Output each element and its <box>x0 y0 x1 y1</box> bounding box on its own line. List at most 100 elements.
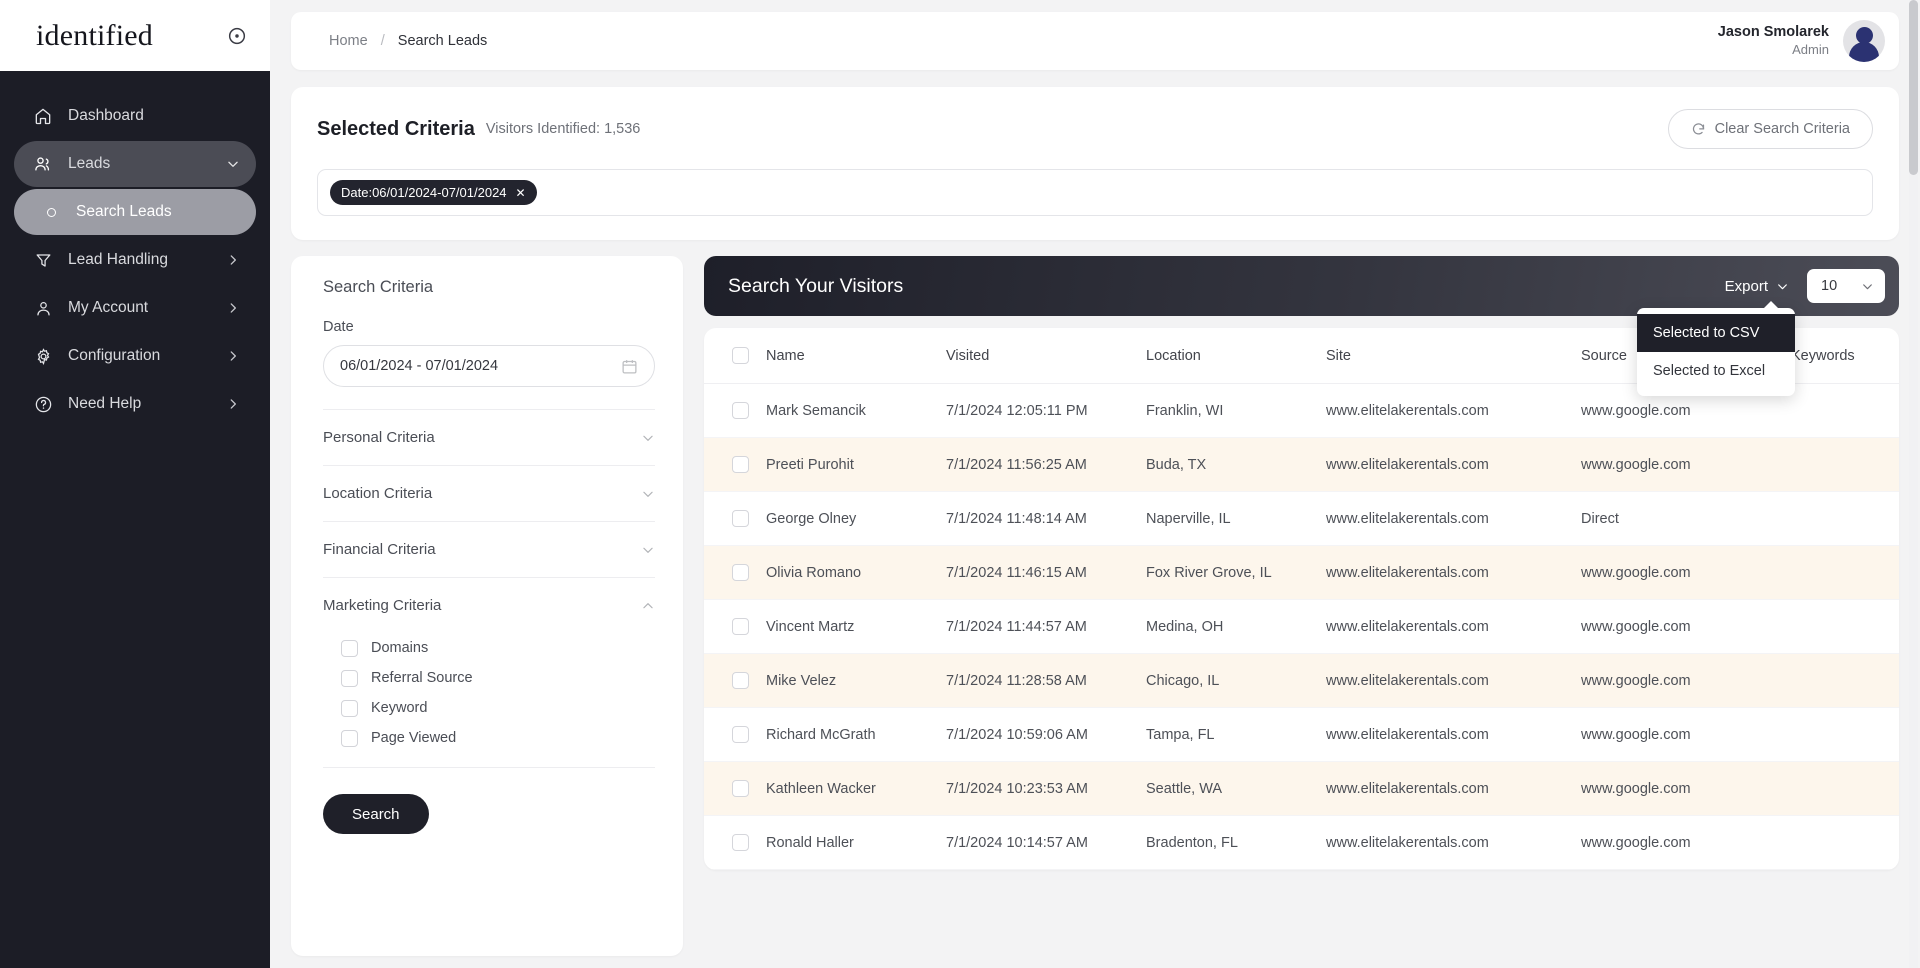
cell-keywords <box>1791 491 1899 546</box>
menu-item-selected-to-csv[interactable]: Selected to CSV <box>1637 314 1795 352</box>
visitors-table: Name Visited Location Site Source Keywor… <box>704 328 1899 870</box>
top-bar: Home / Search Leads Jason Smolarek Admin <box>291 12 1899 70</box>
table-row[interactable]: Richard McGrath 7/1/2024 10:59:06 AM Tam… <box>704 707 1899 762</box>
avatar[interactable] <box>1843 20 1885 62</box>
menu-item-selected-to-excel[interactable]: Selected to Excel <box>1637 352 1795 390</box>
criteria-chips-container: Date:06/01/2024-07/01/2024 ✕ <box>317 169 1873 216</box>
cell-location: Naperville, IL <box>1146 491 1326 546</box>
col-name[interactable]: Name <box>766 328 946 384</box>
row-checkbox[interactable] <box>732 780 749 797</box>
criteria-chip[interactable]: Date:06/01/2024-07/01/2024 ✕ <box>330 180 537 205</box>
breadcrumb-current: Search Leads <box>397 33 488 49</box>
user-icon <box>32 297 54 319</box>
cell-source: www.google.com <box>1581 599 1791 654</box>
search-button[interactable]: Search <box>323 794 429 834</box>
cell-site: www.elitelakerentals.com <box>1326 815 1581 870</box>
cell-name: George Olney <box>766 491 946 546</box>
content-row: Search Criteria Date 06/01/2024 - 07/01/… <box>291 256 1899 956</box>
search-action-area: Search <box>323 767 655 834</box>
cell-keywords <box>1791 599 1899 654</box>
close-icon[interactable]: ✕ <box>516 186 526 200</box>
cell-site: www.elitelakerentals.com <box>1326 599 1581 654</box>
cell-site: www.elitelakerentals.com <box>1326 545 1581 600</box>
user-name: Jason Smolarek <box>1717 24 1829 41</box>
col-visited[interactable]: Visited <box>946 328 1146 384</box>
col-keywords[interactable]: Keywords <box>1791 328 1899 384</box>
row-select-cell <box>704 437 766 492</box>
checkbox-keyword[interactable] <box>341 699 358 717</box>
circle-dot-icon[interactable] <box>226 25 248 47</box>
select-all-checkbox[interactable] <box>732 347 749 364</box>
table-row[interactable]: Vincent Martz 7/1/2024 11:44:57 AM Medin… <box>704 599 1899 654</box>
row-checkbox[interactable] <box>732 510 749 527</box>
page-scrollbar[interactable] <box>1909 0 1918 968</box>
table-row[interactable]: Preeti Purohit 7/1/2024 11:56:25 AM Buda… <box>704 437 1899 492</box>
export-button[interactable]: Export <box>1725 278 1789 295</box>
cell-site: www.elitelakerentals.com <box>1326 383 1581 438</box>
accordion-location-criteria[interactable]: Location Criteria <box>323 466 655 521</box>
cell-site: www.elitelakerentals.com <box>1326 491 1581 546</box>
cell-visited: 7/1/2024 12:05:11 PM <box>946 383 1146 438</box>
table-row[interactable]: George Olney 7/1/2024 11:48:14 AM Naperv… <box>704 491 1899 546</box>
sidebar-item-lead-handling[interactable]: Lead Handling <box>14 237 256 283</box>
cell-keywords <box>1791 761 1899 816</box>
checkbox-domains[interactable] <box>341 639 358 657</box>
chevron-right-icon <box>230 399 236 409</box>
row-select-cell <box>704 599 766 654</box>
page-size-select[interactable]: 10 <box>1807 269 1885 303</box>
sidebar-item-search-leads[interactable]: Search Leads <box>14 189 256 235</box>
checkbox-row-page-viewed[interactable]: Page Viewed <box>341 723 655 753</box>
clear-search-criteria-button[interactable]: Clear Search Criteria <box>1667 109 1873 149</box>
sidebar-item-dashboard[interactable]: Dashboard <box>14 93 256 139</box>
criteria-accordion: Personal Criteria <box>323 409 655 465</box>
accordion-marketing-criteria[interactable]: Marketing Criteria <box>323 578 655 633</box>
date-field-label: Date <box>323 319 354 335</box>
row-checkbox[interactable] <box>732 456 749 473</box>
accordion-label: Marketing Criteria <box>323 597 442 614</box>
accordion-personal-criteria[interactable]: Personal Criteria <box>323 410 655 465</box>
row-checkbox[interactable] <box>732 726 749 743</box>
sidebar-item-need-help[interactable]: Need Help <box>14 381 256 427</box>
row-select-cell <box>704 761 766 816</box>
breadcrumb-home[interactable]: Home <box>329 33 368 49</box>
sidebar-item-configuration[interactable]: Configuration <box>14 333 256 379</box>
col-location[interactable]: Location <box>1146 328 1326 384</box>
sidebar-item-leads[interactable]: Leads <box>14 141 256 187</box>
chevron-down-icon <box>1863 283 1872 289</box>
cell-name: Kathleen Wacker <box>766 761 946 816</box>
table-row[interactable]: Ronald Haller 7/1/2024 10:14:57 AM Brade… <box>704 815 1899 870</box>
table-row[interactable]: Mike Velez 7/1/2024 11:28:58 AM Chicago,… <box>704 653 1899 708</box>
checkbox-page-viewed[interactable] <box>341 729 358 747</box>
user-menu[interactable]: Jason Smolarek Admin <box>1718 20 1885 62</box>
col-site[interactable]: Site <box>1326 328 1581 384</box>
scrollbar-thumb[interactable] <box>1909 0 1918 175</box>
row-checkbox[interactable] <box>732 618 749 635</box>
cell-keywords <box>1791 437 1899 492</box>
checkbox-row-referral-source[interactable]: Referral Source <box>341 663 655 693</box>
brand-logo: identified <box>36 18 153 52</box>
row-checkbox[interactable] <box>732 402 749 419</box>
visitors-table-body: Mark Semancik 7/1/2024 12:05:11 PM Frank… <box>704 383 1899 870</box>
checkbox-label: Domains <box>371 640 429 656</box>
cell-site: www.elitelakerentals.com <box>1326 653 1581 708</box>
calendar-icon <box>622 359 637 374</box>
table-row[interactable]: Kathleen Wacker 7/1/2024 10:23:53 AM Sea… <box>704 761 1899 816</box>
checkbox-row-keyword[interactable]: Keyword <box>341 693 655 723</box>
accordion-financial-criteria[interactable]: Financial Criteria <box>323 522 655 577</box>
checkbox-row-domains[interactable]: Domains <box>341 633 655 663</box>
visitors-identified-count: Visitors Identified: 1,536 <box>485 121 641 137</box>
cell-name: Vincent Martz <box>766 599 946 654</box>
table-row[interactable]: Olivia Romano 7/1/2024 11:46:15 AM Fox R… <box>704 545 1899 600</box>
row-checkbox[interactable] <box>732 834 749 851</box>
checkbox-referral-source[interactable] <box>341 669 358 687</box>
sidebar: identified Dashboard Leads Search Leads … <box>0 0 270 968</box>
row-checkbox[interactable] <box>732 672 749 689</box>
date-range-input[interactable]: 06/01/2024 - 07/01/2024 <box>323 345 655 387</box>
chevron-down-icon <box>643 491 653 497</box>
row-select-cell <box>704 707 766 762</box>
sidebar-item-my-account[interactable]: My Account <box>14 285 256 331</box>
chevron-down-icon <box>643 435 653 441</box>
row-checkbox[interactable] <box>732 564 749 581</box>
cell-source: Direct <box>1581 491 1791 546</box>
cell-name: Preeti Purohit <box>766 437 946 492</box>
